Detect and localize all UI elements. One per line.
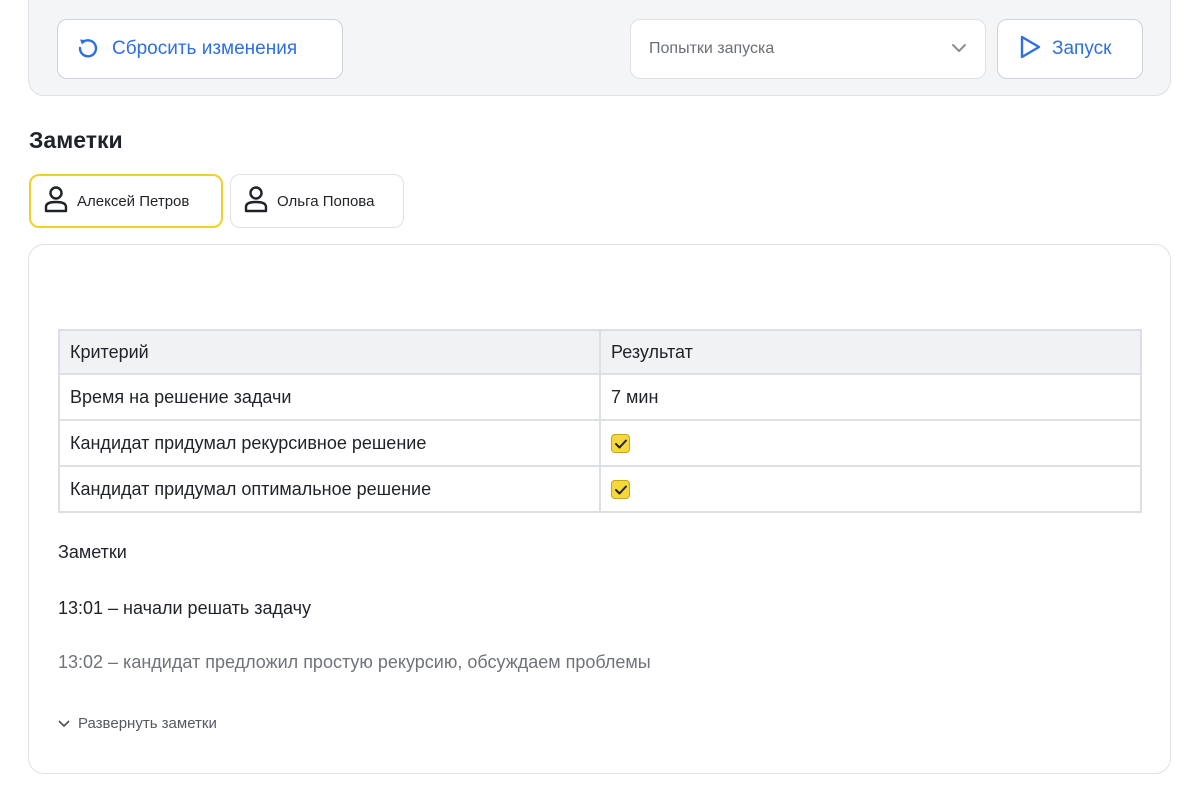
chevron-down-icon [58, 715, 70, 732]
tab-label: Алексей Петров [77, 192, 190, 210]
attempts-select[interactable]: Попытки запуска [630, 19, 986, 79]
attempts-select-value: Попытки запуска [649, 40, 775, 57]
tab-label: Ольга Попова [277, 192, 375, 210]
tab-olga-popova[interactable]: Ольга Попова [230, 174, 404, 228]
table-header-row: Критерий Результат [58, 329, 1142, 375]
note-line: 13:01 – начали решать задачу [58, 598, 312, 618]
notes-card: Критерий Результат Время на решение зада… [28, 244, 1171, 774]
notes-section-title: Заметки [29, 127, 123, 153]
criterion-cell: Время на решение задачи [58, 373, 601, 421]
toolbar: Сбросить изменения Попытки запуска Запус… [28, 0, 1171, 96]
user-icon [43, 185, 69, 218]
play-icon [1018, 34, 1042, 65]
chevron-down-icon [951, 40, 967, 58]
criterion-cell: Кандидат придумал оптимальное решение [58, 465, 601, 513]
undo-icon [76, 35, 100, 64]
expand-notes-button[interactable]: Развернуть заметки [58, 715, 217, 732]
reset-changes-button[interactable]: Сбросить изменения [57, 19, 343, 79]
notes-heading: Заметки [58, 542, 127, 562]
run-button[interactable]: Запуск [997, 19, 1143, 79]
table-row: Время на решение задачи 7 мин [58, 373, 1142, 421]
result-cell [599, 465, 1142, 513]
column-header-result: Результат [599, 329, 1142, 375]
result-cell: 7 мин [599, 373, 1142, 421]
expand-notes-label: Развернуть заметки [78, 715, 217, 732]
result-cell [599, 419, 1142, 467]
criterion-cell: Кандидат придумал рекурсивное решение [58, 419, 601, 467]
run-label: Запуск [1052, 38, 1112, 59]
note-line: 13:02 – кандидат предложил простую рекур… [58, 652, 651, 672]
optimal-solution-checkbox[interactable] [611, 480, 630, 500]
reset-changes-label: Сбросить изменения [112, 38, 298, 59]
table-row: Кандидат придумал рекурсивное решение [58, 419, 1142, 467]
column-header-criterion: Критерий [58, 329, 601, 375]
user-icon [243, 185, 269, 218]
table-row: Кандидат придумал оптимальное решение [58, 465, 1142, 513]
tab-aleksey-petrov[interactable]: Алексей Петров [29, 174, 223, 228]
criteria-table: Критерий Результат Время на решение зада… [58, 329, 1142, 513]
recursive-solution-checkbox[interactable] [611, 434, 630, 454]
